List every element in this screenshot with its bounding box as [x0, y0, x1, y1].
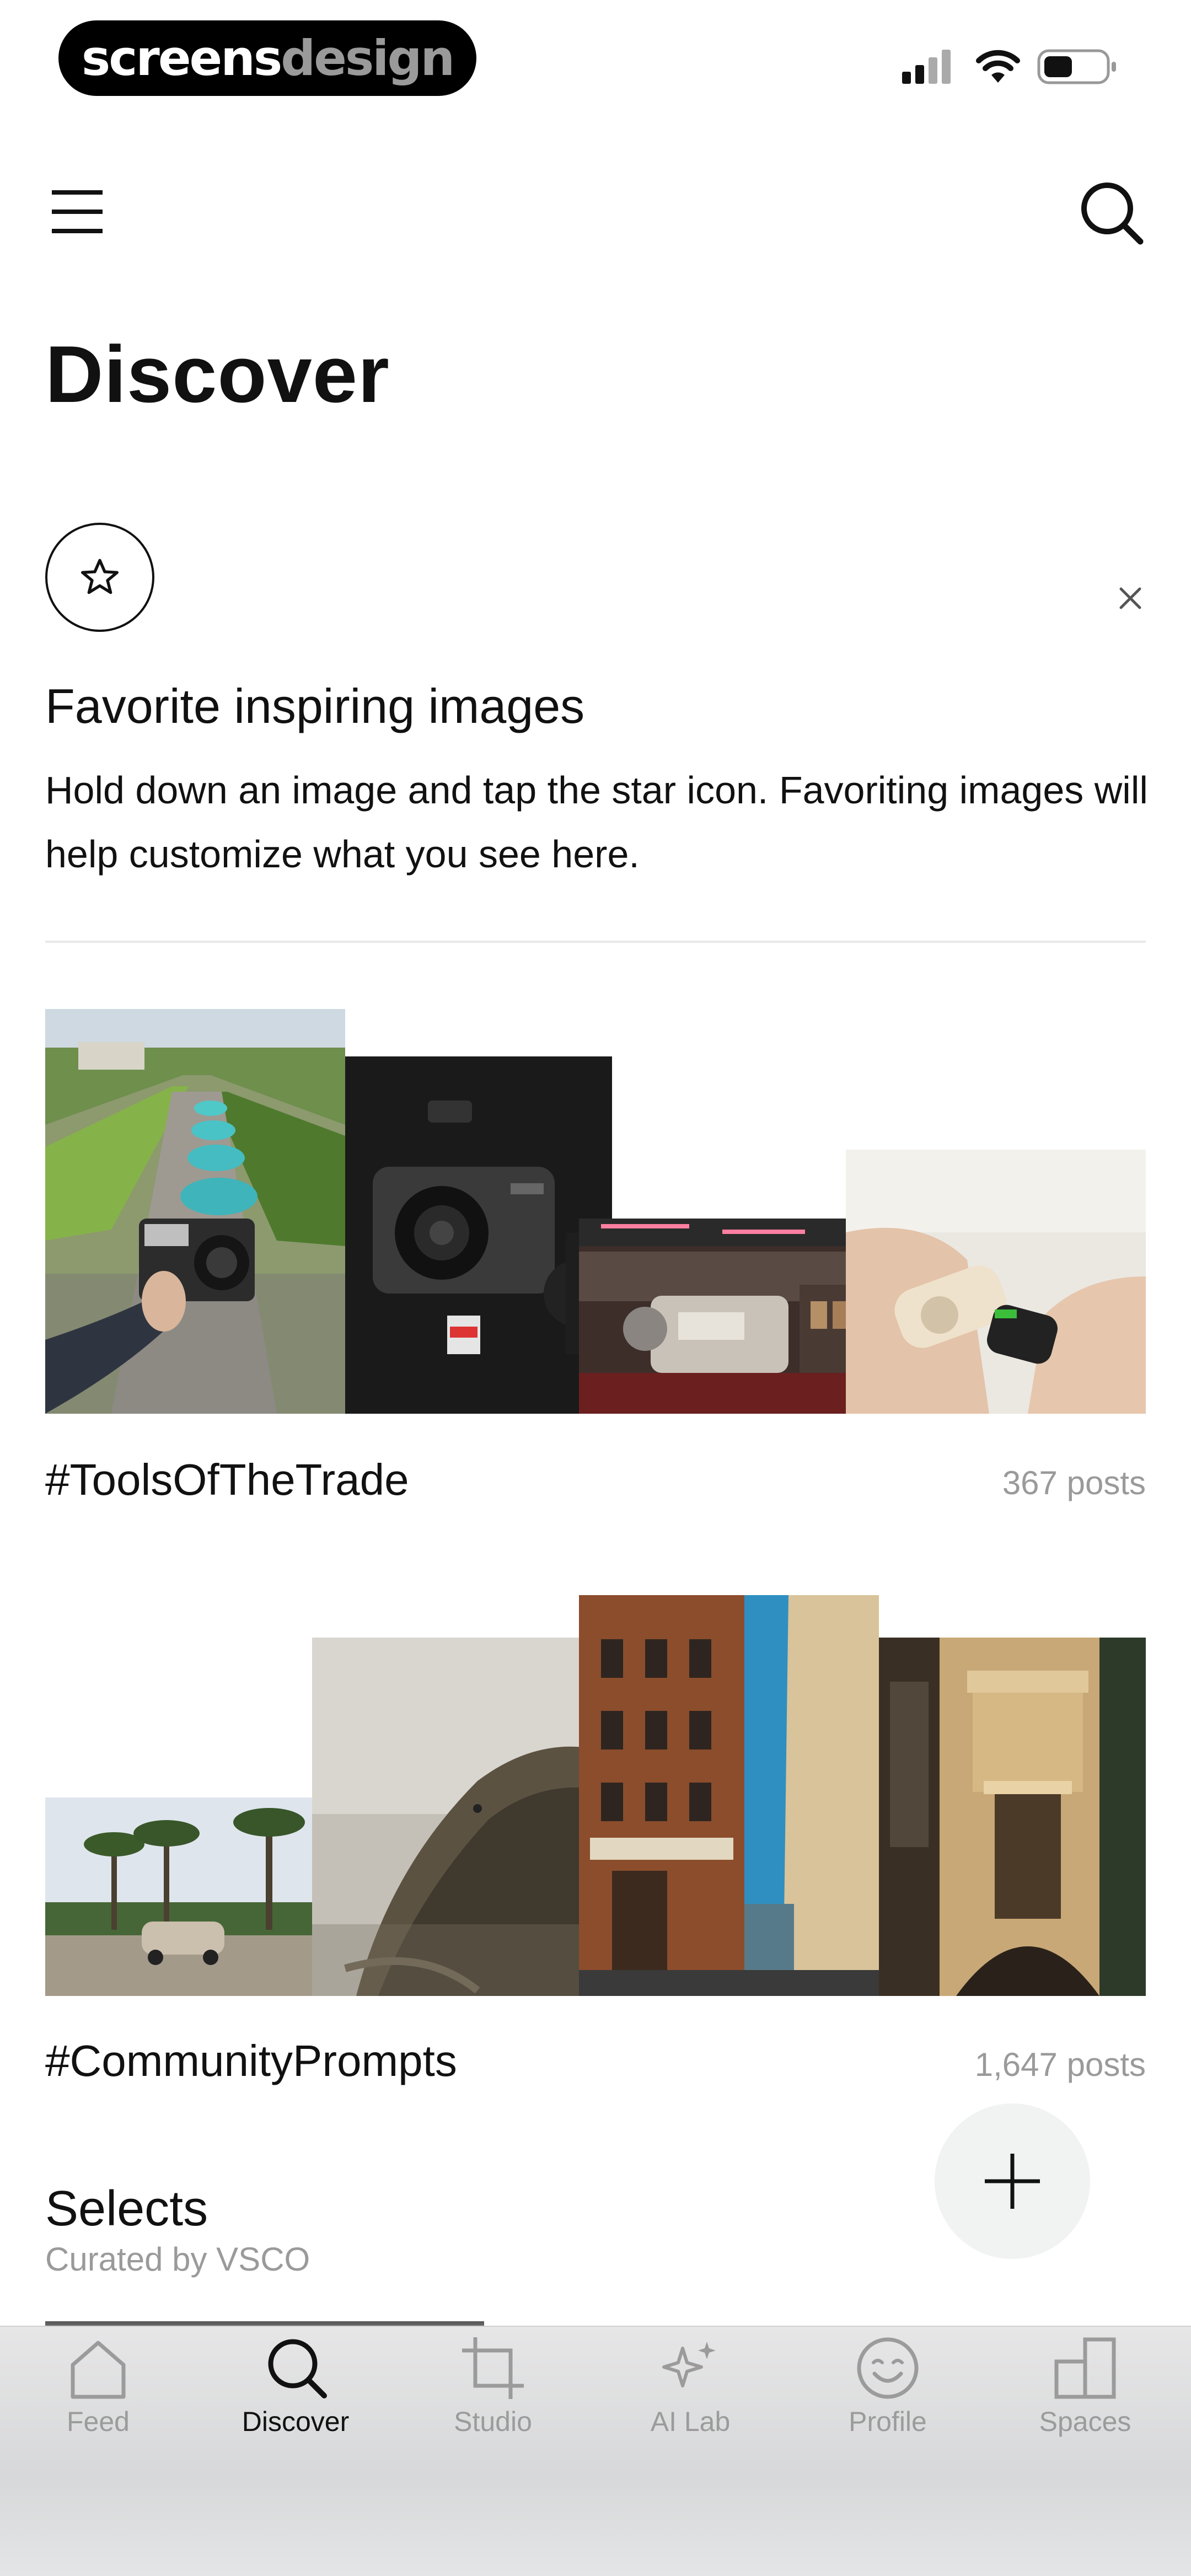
collection-photo[interactable] [879, 1638, 1146, 1996]
collection-photo[interactable] [345, 1056, 612, 1414]
tip-close-button[interactable] [1108, 579, 1152, 618]
collection-title[interactable]: #CommunityPrompts [45, 2036, 457, 2086]
collection-photo[interactable] [579, 1595, 879, 1996]
section-title-selects: Selects [45, 2181, 208, 2236]
collection-post-count: 367 posts [1002, 1464, 1146, 1501]
create-post-button[interactable] [935, 2103, 1090, 2259]
tab-ai-lab[interactable]: AI Lab [608, 2335, 773, 2467]
tab-label: AI Lab [650, 2406, 731, 2437]
tab-discover[interactable]: Discover [213, 2335, 378, 2467]
section-subtitle-selects: Curated by VSCO [45, 2241, 310, 2278]
brand-logo-part2: design [281, 30, 455, 87]
close-icon [1119, 587, 1141, 609]
collection-post-count: 1,647 posts [974, 2046, 1146, 2083]
divider [45, 941, 1146, 943]
search-button[interactable] [1075, 176, 1147, 248]
tab-label: Discover [242, 2406, 350, 2437]
collection-photo[interactable] [579, 1219, 879, 1414]
collection-photo[interactable] [312, 1638, 612, 1996]
brand-logo-part1: screens [81, 30, 282, 87]
tab-spaces[interactable]: Spaces [1002, 2335, 1168, 2467]
collection-photo[interactable] [45, 1009, 345, 1414]
tab-label: Feed [67, 2406, 130, 2437]
page-title: Discover [45, 329, 390, 419]
crop-icon [462, 2337, 524, 2399]
search-icon [268, 2339, 327, 2398]
search-icon [1081, 183, 1144, 245]
tab-profile[interactable]: Profile [805, 2335, 970, 2467]
hamburger-menu-icon [52, 190, 103, 233]
brand-logo: screens design [58, 20, 476, 96]
tab-label: Spaces [1039, 2406, 1131, 2437]
status-icons [899, 44, 1119, 88]
tip-star-badge [45, 523, 154, 632]
battery-icon [1037, 49, 1116, 84]
sparkle-icon [662, 2342, 716, 2387]
menu-button[interactable] [49, 182, 109, 243]
home-icon [71, 2341, 126, 2399]
plus-icon [985, 2154, 1040, 2209]
tab-studio[interactable]: Studio [410, 2335, 576, 2467]
tab-feed[interactable]: Feed [15, 2335, 181, 2467]
smiley-icon [857, 2337, 919, 2399]
spaces-icon [1054, 2337, 1116, 2399]
status-bar: screens design [0, 0, 1191, 110]
tip-title: Favorite inspiring images [45, 679, 585, 733]
collection-photo[interactable] [846, 1150, 1146, 1414]
tip-body: Hold down an image and tap the star icon… [45, 769, 1148, 876]
star-icon [81, 559, 119, 594]
tab-label: Profile [849, 2406, 927, 2437]
cellular-signal-icon [902, 50, 951, 84]
wifi-icon [976, 50, 1020, 83]
collection-title[interactable]: #ToolsOfTheTrade [45, 1455, 409, 1505]
tab-label: Studio [454, 2406, 532, 2437]
collection-photo[interactable] [45, 1797, 345, 1996]
